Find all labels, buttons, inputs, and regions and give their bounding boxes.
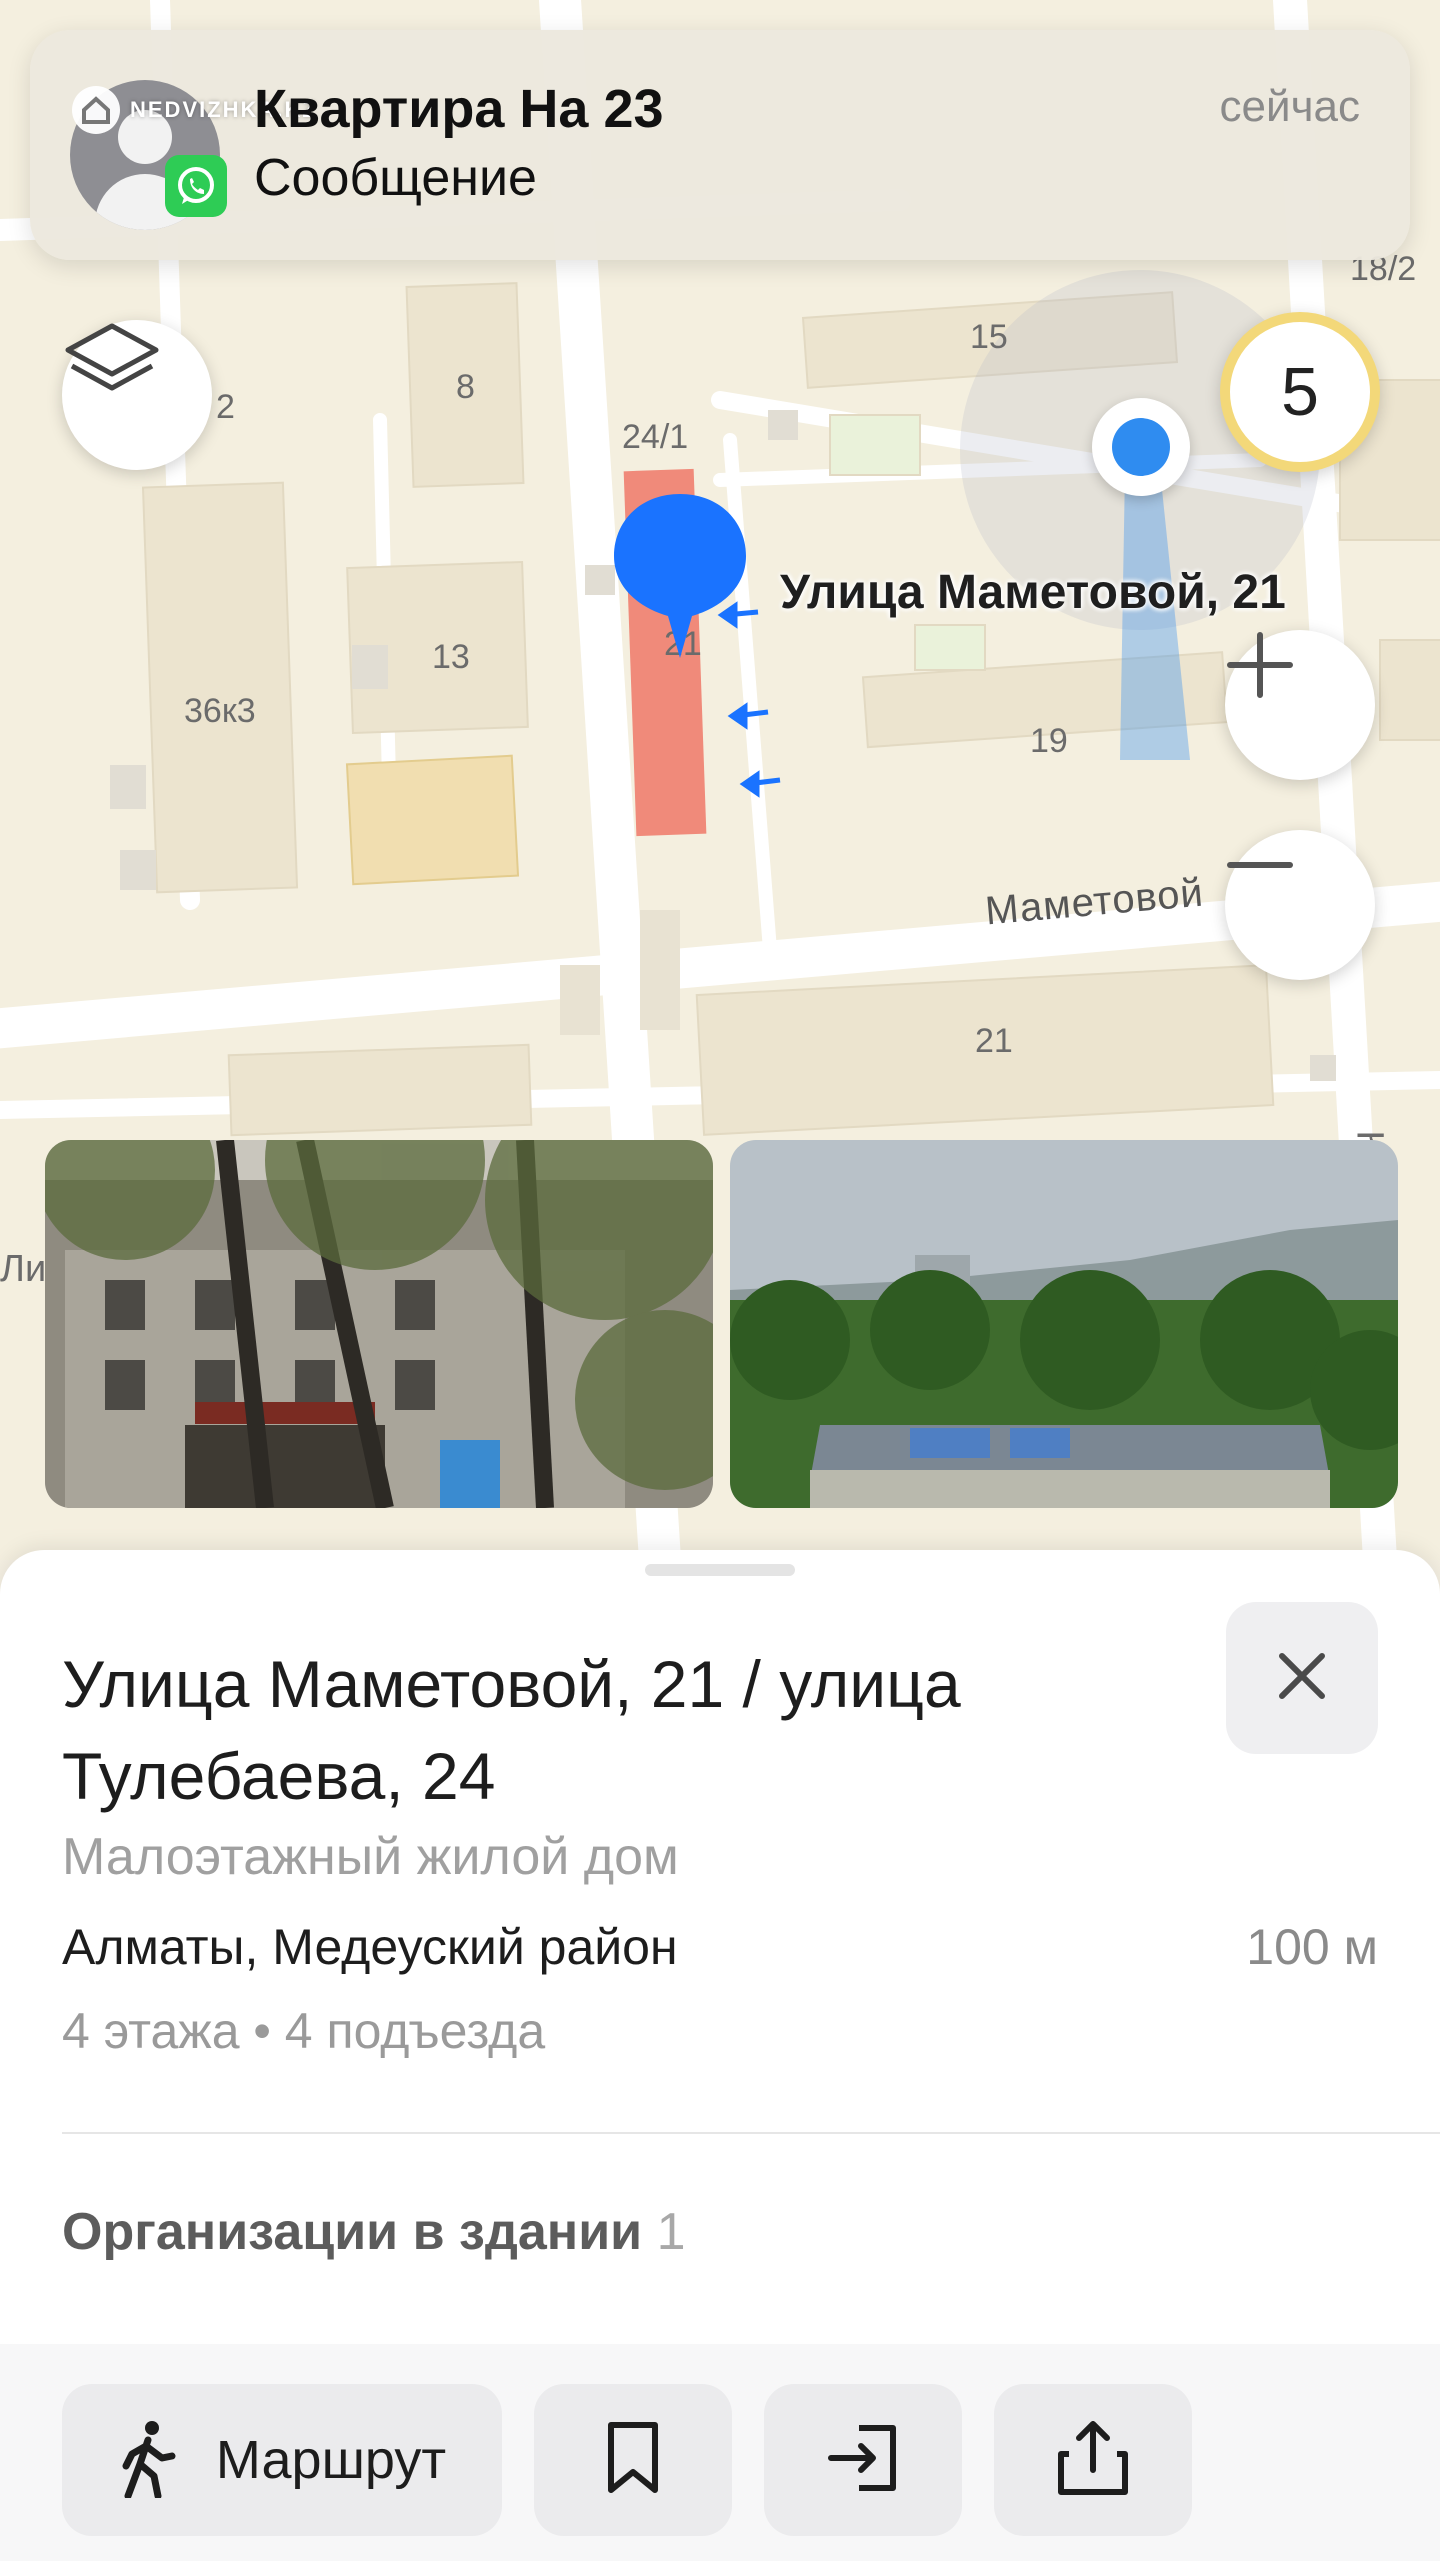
zoom-in-button[interactable]: [1225, 630, 1375, 780]
whatsapp-notification[interactable]: NEDVIZHKA.KZ Квартира На 23 Сообщение се…: [30, 30, 1410, 260]
building-number: 24/1: [622, 418, 689, 456]
building-number: 13: [432, 638, 470, 676]
notification-message: Сообщение: [254, 149, 537, 207]
place-city: Алматы, Медеуский район: [62, 1919, 678, 1975]
sheet-grabber[interactable]: [645, 1564, 795, 1576]
bookmark-button[interactable]: [534, 2384, 732, 2536]
action-bar: Маршрут: [0, 2344, 1440, 2561]
building-photo[interactable]: [45, 1140, 713, 1508]
place-title: Улица Маметовой, 21 / улица Тулебаева, 2…: [62, 1647, 961, 1813]
building-number: 21: [975, 1022, 1013, 1060]
edge-label: Ли: [0, 1248, 47, 1290]
bookmark-icon: [603, 2420, 663, 2501]
building-number: 19: [1030, 722, 1068, 760]
place-meta: 4 этажа • 4 подъезда: [62, 2003, 546, 2059]
layers-button[interactable]: [62, 320, 212, 470]
route-label: Маршрут: [215, 2430, 447, 2490]
close-button[interactable]: [1226, 1602, 1378, 1754]
zoom-out-button[interactable]: [1225, 830, 1375, 980]
place-distance: 100 м: [1246, 1919, 1378, 1975]
speed-limit-badge: 5: [1220, 312, 1380, 472]
divider: [62, 2132, 1440, 2134]
share-button[interactable]: [994, 2384, 1192, 2536]
organizations-row[interactable]: Организации в здании 1: [62, 2202, 686, 2262]
view-photo[interactable]: [730, 1140, 1398, 1508]
walker-icon: [118, 2418, 178, 2503]
share-icon: [1055, 2418, 1131, 2503]
place-card: Улица Маметовой, 21 / улица Тулебаева, 2…: [0, 1550, 1440, 2561]
building-number: 8: [456, 368, 475, 406]
building-number: 2: [216, 388, 235, 426]
organizations-label: Организации в здании: [62, 2203, 643, 2261]
enter-icon: [825, 2420, 901, 2501]
close-icon: [1274, 1648, 1330, 1709]
notification-title: Квартира На 23: [254, 79, 664, 139]
place-pin-icon[interactable]: [610, 490, 750, 660]
notification-time: сейчас: [1219, 82, 1360, 131]
building-number: 15: [970, 318, 1008, 356]
route-button[interactable]: Маршрут: [62, 2384, 502, 2536]
whatsapp-icon: [165, 155, 227, 217]
place-type: Малоэтажный жилой дом: [62, 1828, 679, 1886]
organizations-count: 1: [656, 2203, 686, 2261]
home-icon: [72, 86, 120, 134]
enter-button[interactable]: [764, 2384, 962, 2536]
pin-label: Улица Маметовой, 21: [780, 566, 1286, 619]
user-location-marker: [1092, 398, 1190, 496]
building-number: 36к3: [184, 692, 256, 730]
